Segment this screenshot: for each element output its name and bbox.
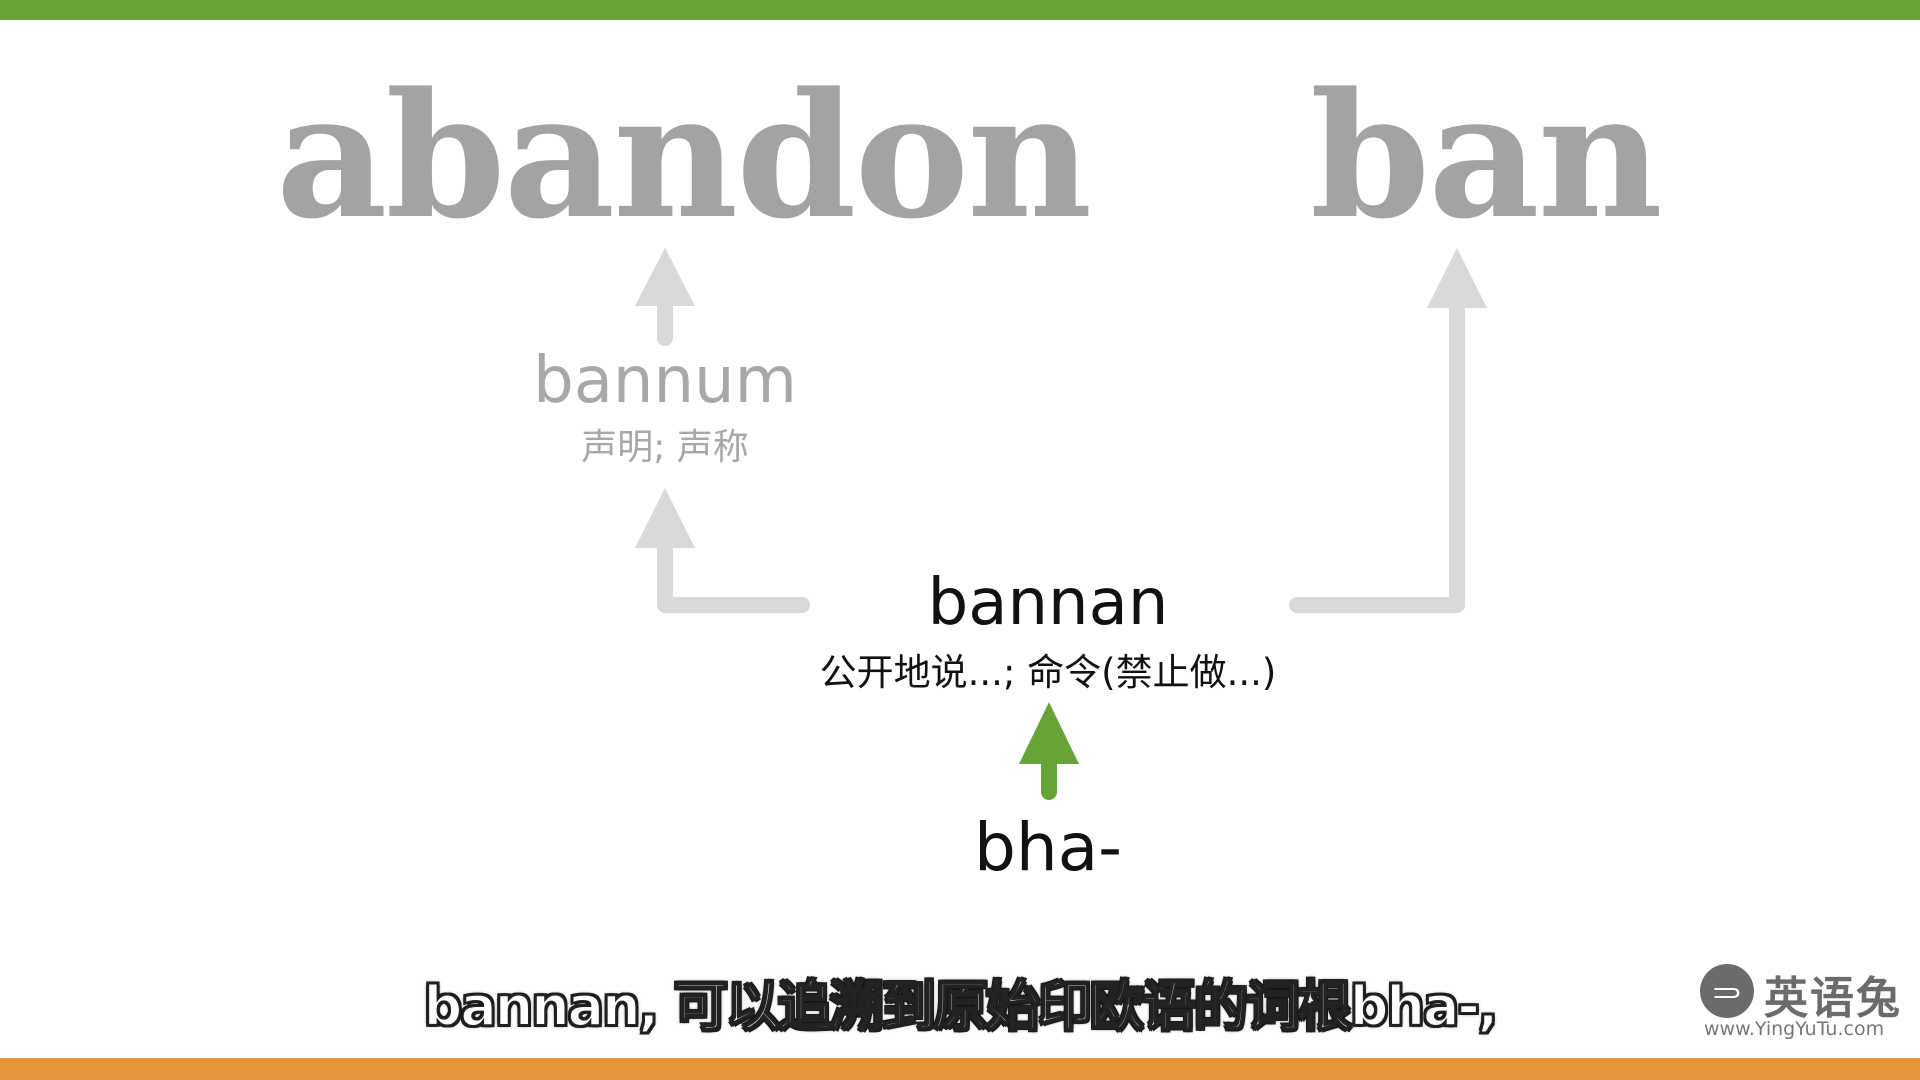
video-subtitle: bannan, 可以追溯到原始印欧语的词根bha-, <box>423 974 1500 1039</box>
arrow-bha-to-bannan <box>1019 702 1079 800</box>
arrow-bannan-to-ban <box>1289 248 1487 613</box>
node-bannum-word: bannum <box>533 344 797 418</box>
node-bha-word: bha- <box>974 809 1122 886</box>
arrow-bannum-to-abandon <box>635 248 695 346</box>
node-bannum-gloss: 声明; 声称 <box>581 427 749 469</box>
bottom-accent-bar <box>0 1058 1920 1080</box>
channel-logo: ⥰ 英语兔 www.YingYuTu.com <box>1700 960 1900 1040</box>
node-bannum: bannum 声明; 声称 <box>465 346 865 470</box>
node-bannan: bannan 公开地说...; 命令(禁止做...) <box>748 568 1348 696</box>
node-bannan-gloss: 公开地说...; 命令(禁止做...) <box>819 651 1277 695</box>
node-bha: bha- <box>898 809 1198 886</box>
node-bannan-word: bannan <box>927 566 1169 640</box>
logo-name: 英语兔 <box>1764 973 1902 1024</box>
rabbit-icon: ⥰ <box>1700 964 1754 1018</box>
logo-url: www.YingYuTu.com <box>1704 1018 1885 1040</box>
video-frame: abandon ban bannum 声明; 声称 bannan 公开地说...… <box>0 0 1920 1080</box>
etymology-arrows <box>635 248 1487 800</box>
